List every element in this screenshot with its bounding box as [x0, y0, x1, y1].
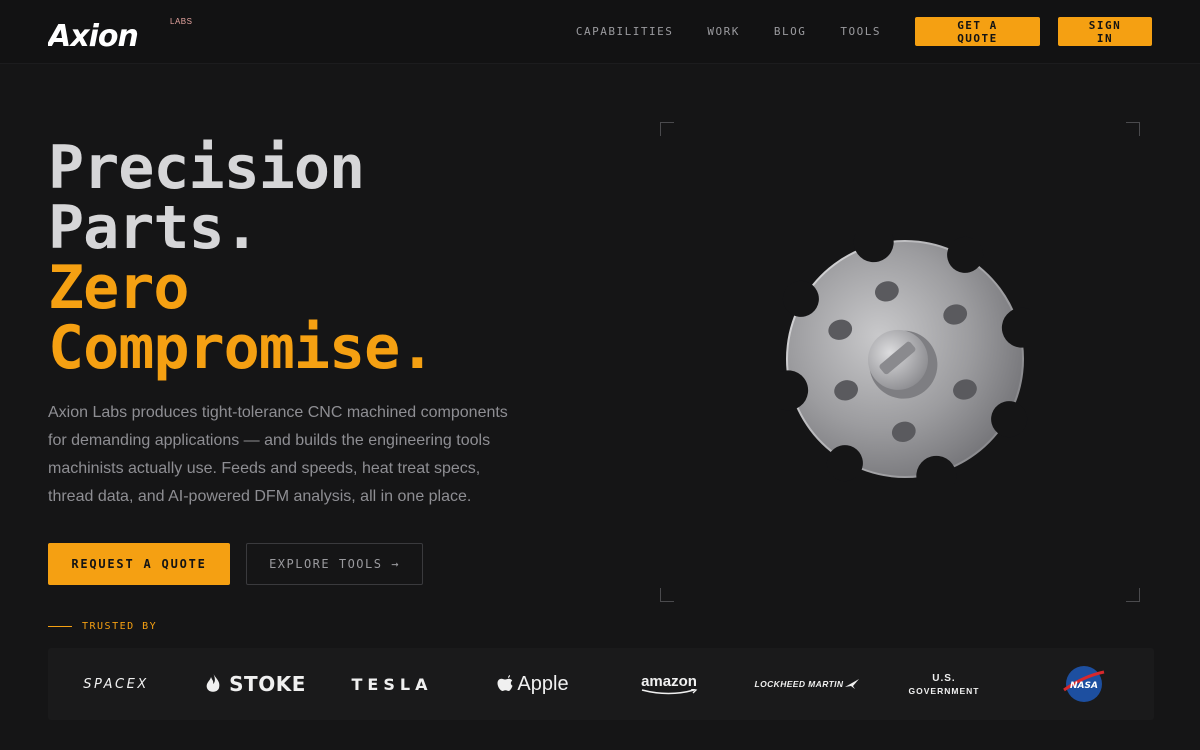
apple-icon — [497, 674, 513, 691]
product-image-frame — [660, 122, 1140, 602]
stoke-logo-text: STOKE — [229, 672, 306, 696]
nav-link-blog[interactable]: BLOG — [774, 25, 807, 38]
frame-corner-bottom-left — [660, 588, 674, 602]
explore-tools-button[interactable]: EXPLORE TOOLS → — [246, 543, 423, 585]
amazon-smile-icon — [641, 689, 698, 695]
nav-link-work[interactable]: WORK — [707, 25, 740, 38]
nasa-logo-text: NASA — [1070, 681, 1098, 691]
nasa-meatball-icon: NASA — [1063, 666, 1105, 702]
headline-line-2: Parts. — [48, 193, 260, 263]
nasa-logo: NASA — [1056, 648, 1112, 720]
us-government-line-1: U.S. — [932, 672, 956, 684]
get-a-quote-button[interactable]: GET A QUOTE — [915, 17, 1040, 46]
trusted-divider — [48, 626, 72, 627]
trusted-by-label: TRUSTED BY — [48, 621, 157, 632]
nav-link-tools[interactable]: TOOLS — [840, 25, 881, 38]
us-government-logo: U.S. GOVERNMENT — [898, 648, 990, 720]
logo-wordmark: Axion — [48, 19, 138, 50]
logo-sub: LABS — [170, 17, 192, 26]
frame-corner-bottom-right — [1126, 588, 1140, 602]
machined-part-image — [780, 234, 1030, 484]
nav-link-capabilities[interactable]: CAPABILITIES — [576, 25, 673, 38]
apple-logo: Apple — [488, 648, 578, 720]
flame-icon — [206, 673, 220, 692]
stoke-logo: STOKE — [198, 648, 313, 720]
hero-headline: Precision Parts. Zero Compromise. — [48, 133, 435, 383]
tesla-logo: TESLA — [351, 674, 433, 694]
spacex-logo: SPACEX — [83, 676, 149, 692]
headline-line-3: Zero — [48, 253, 190, 323]
headline-line-1: Precision — [48, 133, 365, 203]
main-nav: CAPABILITIES WORK BLOG TOOLS GET A QUOTE… — [576, 17, 1152, 46]
us-government-line-2: GOVERNMENT — [908, 685, 980, 696]
lockheed-martin-logo: LOCKHEED MARTIN — [751, 648, 863, 720]
lockheed-logo-text: LOCKHEED MARTIN — [754, 679, 844, 689]
axion-labs-logo[interactable]: Axion LABS — [48, 14, 198, 50]
sign-in-button[interactable]: SIGN IN — [1058, 17, 1152, 46]
request-a-quote-button[interactable]: REQUEST A QUOTE — [48, 543, 230, 585]
headline-line-4: Compromise. — [48, 313, 435, 383]
star-icon — [845, 679, 860, 689]
apple-logo-text: Apple — [517, 672, 569, 695]
hero-description: Axion Labs produces tight-tolerance CNC … — [48, 404, 508, 505]
frame-corner-top-right — [1126, 122, 1140, 136]
page: Axion LABS CAPABILITIES WORK BLOG TOOLS … — [0, 0, 1200, 750]
amazon-logo: amazon — [633, 648, 705, 720]
frame-corner-top-left — [660, 122, 674, 136]
top-nav-bar: Axion LABS CAPABILITIES WORK BLOG TOOLS … — [0, 0, 1200, 64]
trusted-by-text: TRUSTED BY — [82, 621, 158, 632]
client-logos-strip: SPACEX STOKE TESLA Apple amazon LOCKHEED… — [48, 648, 1154, 720]
amazon-logo-text: amazon — [641, 673, 697, 690]
